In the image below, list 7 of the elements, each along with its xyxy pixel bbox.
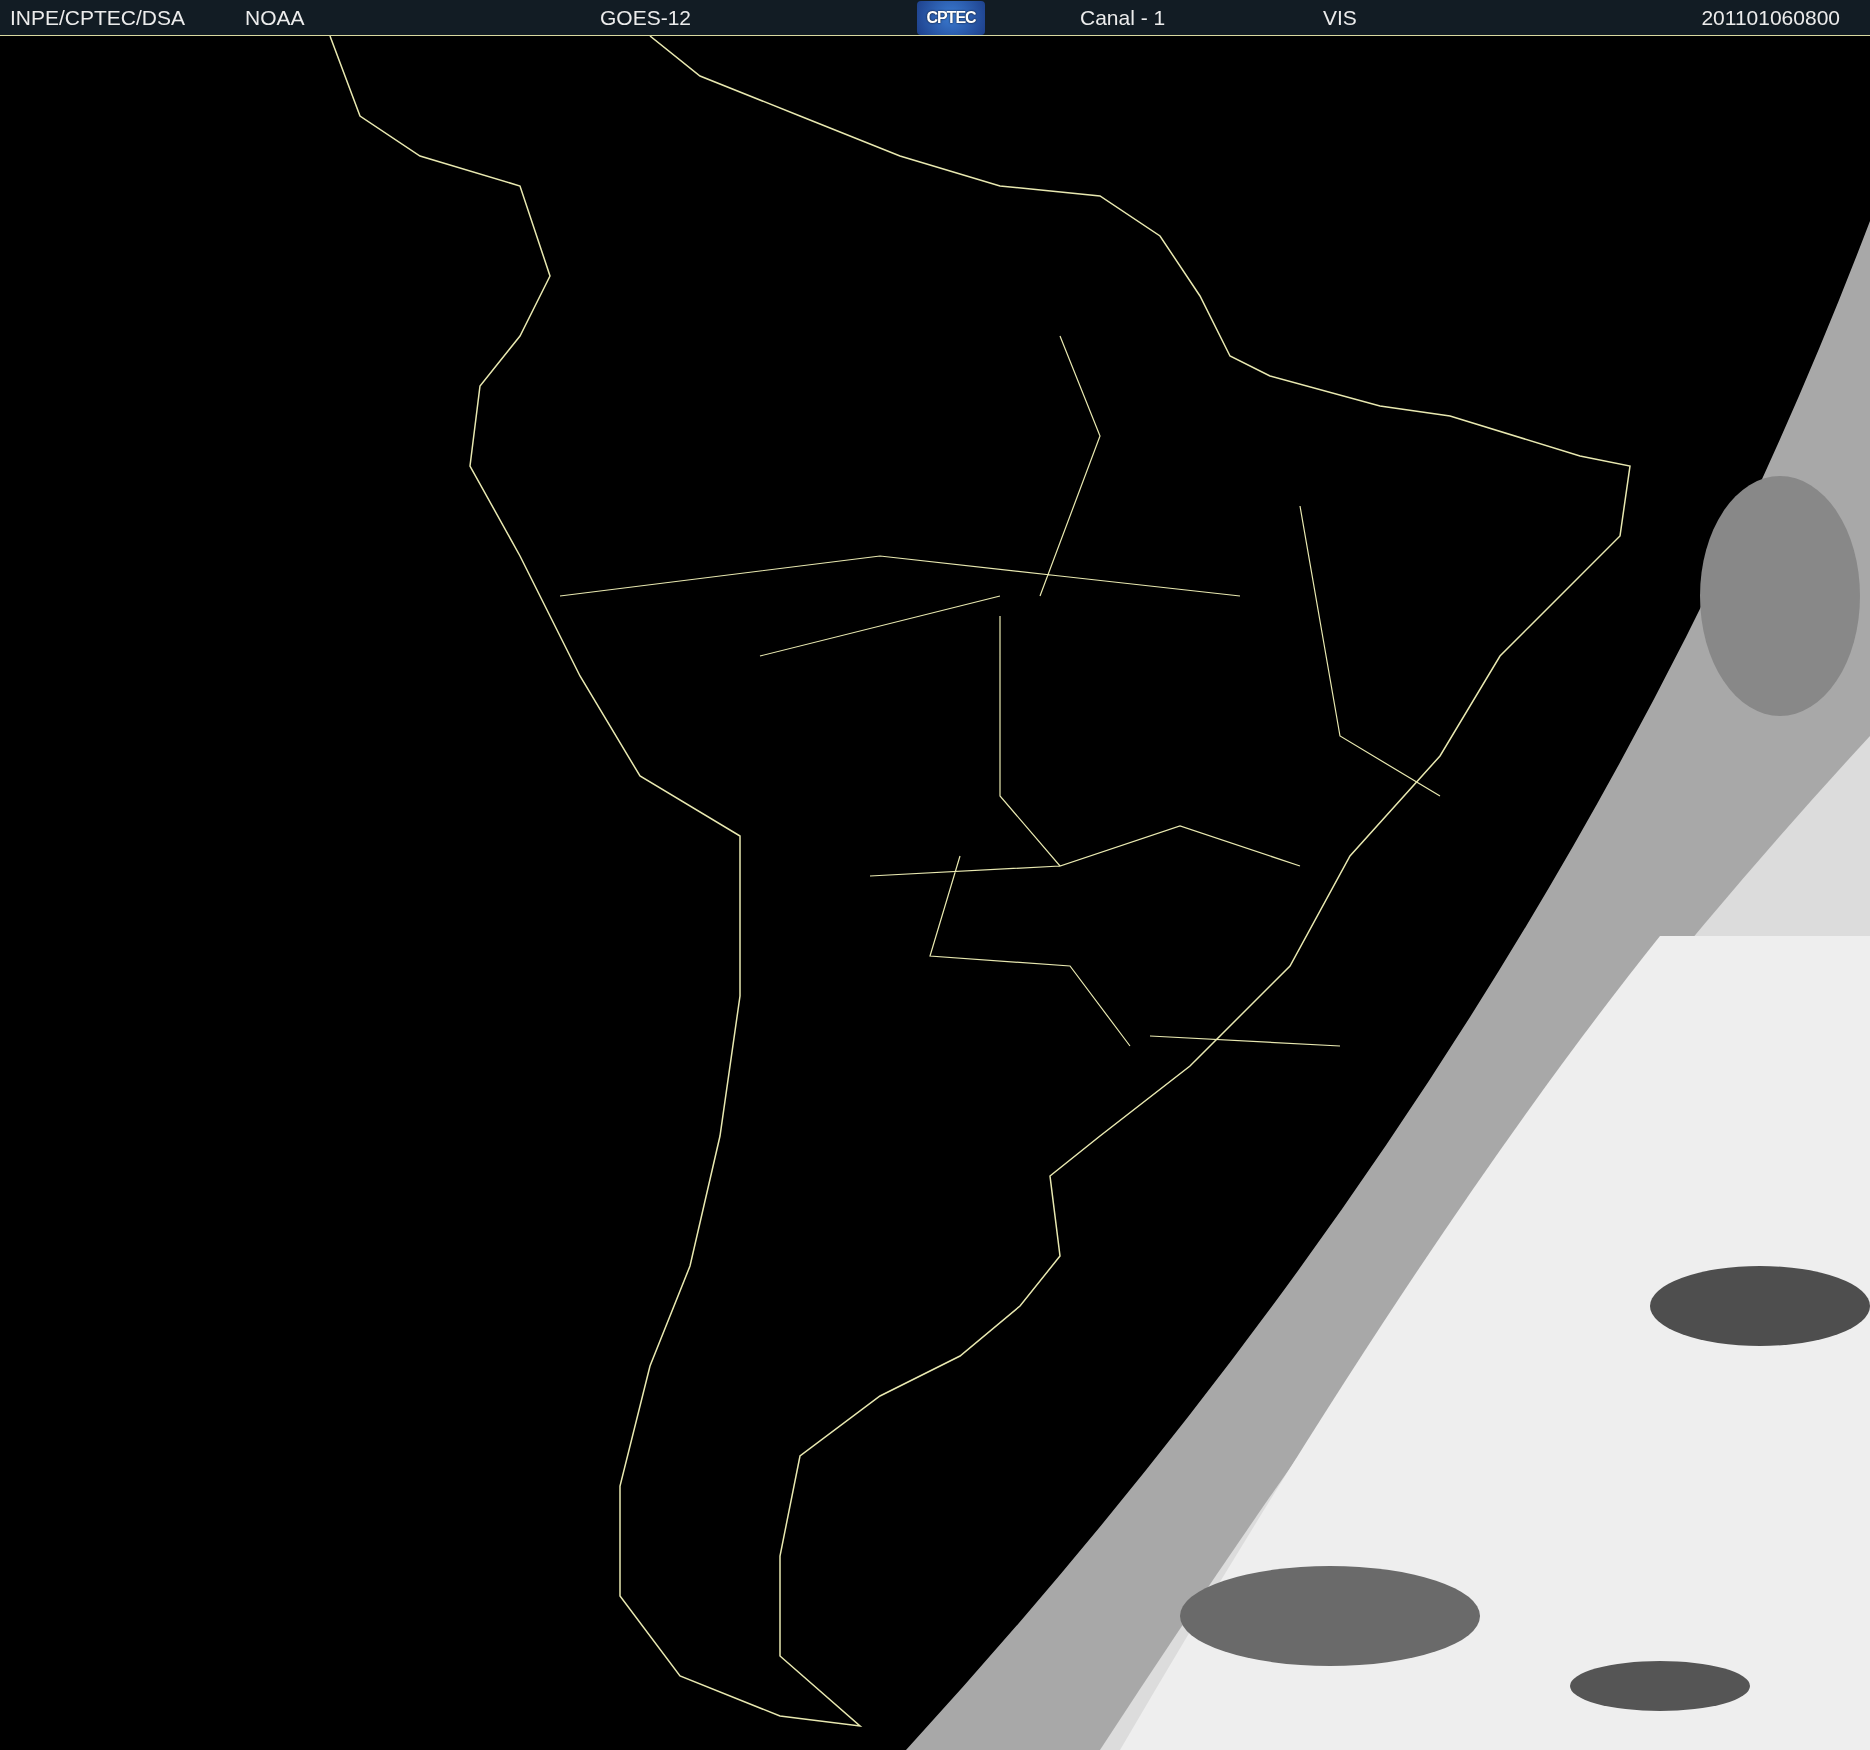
satellite-label: GOES-12 (600, 5, 693, 30)
channel-label: Canal - 1 (1080, 5, 1167, 30)
band-label: VIS (1323, 5, 1357, 29)
agency-label: NOAA (245, 5, 306, 30)
timestamp-label: 201101060800 (1701, 5, 1840, 30)
source-label: INPE/CPTEC/DSA (10, 5, 187, 30)
logo: CPTEC (917, 0, 985, 35)
